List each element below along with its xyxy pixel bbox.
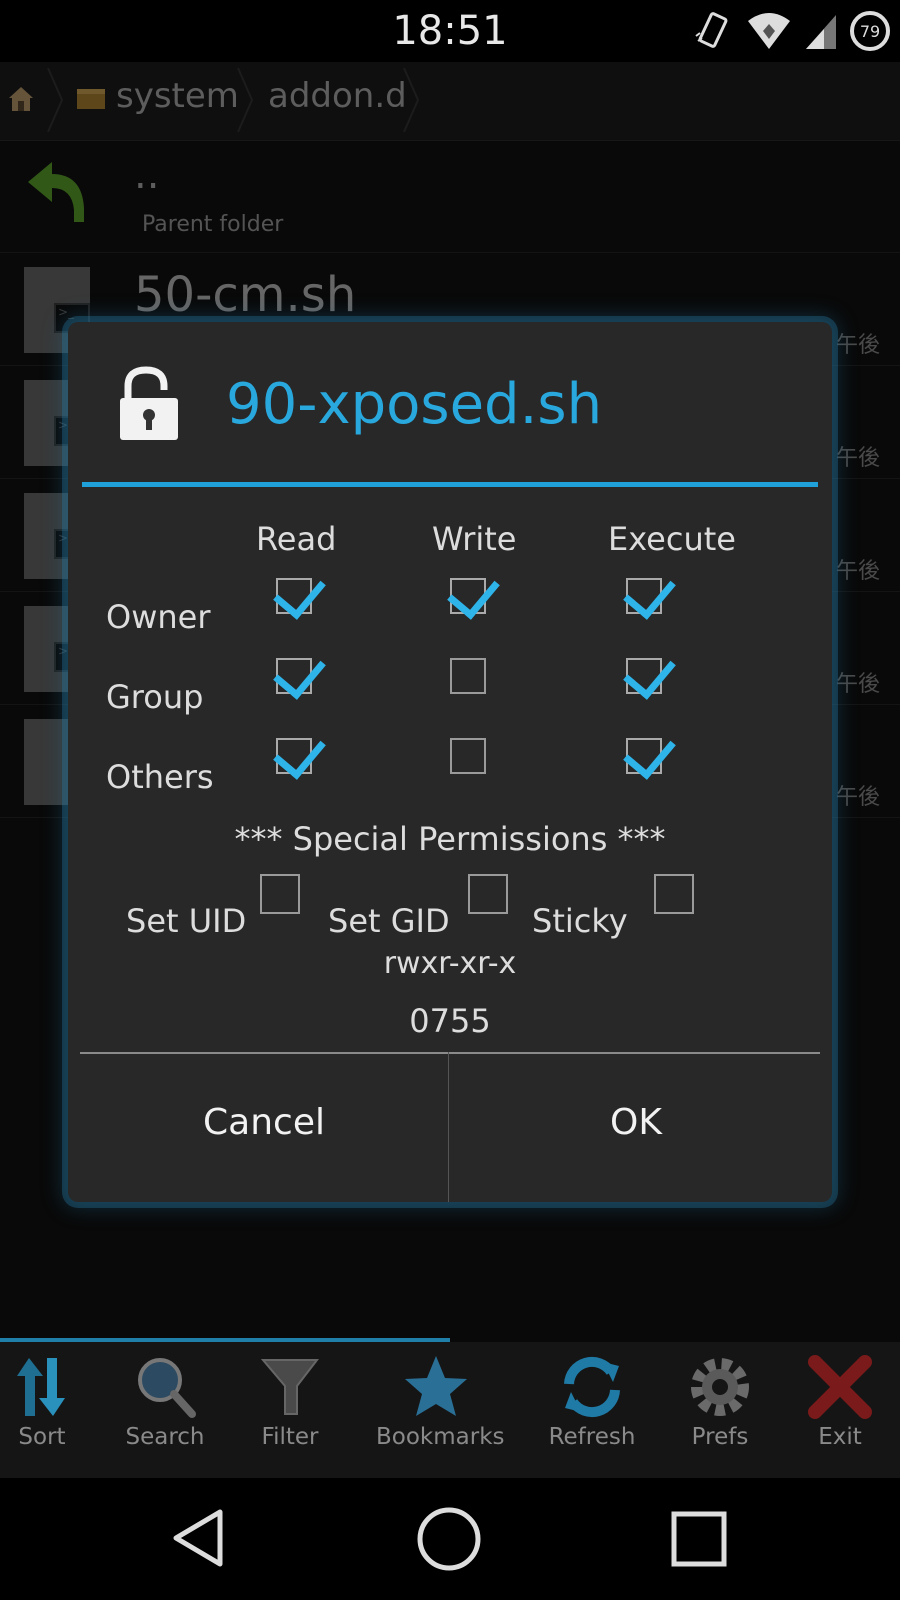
permissions-dialog: 90-xposed.sh Read Write Execute Owner Gr…: [68, 322, 832, 1202]
close-icon: [808, 1355, 872, 1419]
column-write: Write: [432, 520, 517, 558]
group-execute-checkbox[interactable]: [623, 645, 676, 700]
row-owner-label: Owner: [106, 598, 211, 636]
star-icon: [405, 1356, 467, 1416]
status-icons: 79: [692, 8, 890, 54]
unlocked-lock-icon: [120, 366, 178, 440]
sticky-label: Sticky: [532, 902, 628, 940]
exit-button[interactable]: Exit: [780, 1352, 900, 1450]
column-execute: Execute: [608, 520, 736, 558]
set-gid-checkbox[interactable]: [468, 874, 508, 914]
prefs-label: Prefs: [691, 1424, 749, 1450]
prefs-button[interactable]: Prefs: [660, 1352, 780, 1450]
dialog-header: 90-xposed.sh: [68, 322, 832, 482]
home-button-icon[interactable]: [416, 1506, 482, 1572]
others-execute-checkbox[interactable]: [623, 725, 676, 780]
row-group-label: Group: [106, 678, 204, 716]
recents-icon[interactable]: [670, 1510, 728, 1568]
filter-button[interactable]: Filter: [230, 1352, 350, 1450]
owner-execute-checkbox[interactable]: [623, 565, 676, 620]
search-icon: [138, 1358, 196, 1418]
filter-icon: [260, 1359, 320, 1415]
bookmarks-label: Bookmarks: [376, 1424, 505, 1450]
permission-octal: 0755: [409, 1002, 491, 1040]
filter-label: Filter: [261, 1424, 319, 1450]
set-uid-label: Set UID: [126, 902, 247, 940]
vibrate-icon: [695, 12, 728, 48]
wifi-icon: [748, 13, 790, 49]
exit-label: Exit: [818, 1424, 862, 1450]
sort-button[interactable]: Sort: [0, 1352, 102, 1450]
column-read: Read: [256, 520, 337, 558]
battery-icon: 79: [850, 11, 890, 51]
sticky-checkbox[interactable]: [654, 874, 694, 914]
gear-icon: [691, 1358, 749, 1416]
others-read-checkbox[interactable]: [273, 725, 326, 780]
status-bar: 18:51 79: [0, 0, 900, 62]
signal-icon: [806, 15, 836, 49]
bottom-toolbar: Sort Search Filter Bookmarks Refresh Pre…: [0, 1342, 900, 1478]
cancel-button[interactable]: Cancel: [80, 1054, 448, 1190]
group-read-checkbox[interactable]: [273, 645, 326, 700]
refresh-button[interactable]: Refresh: [532, 1352, 652, 1450]
bookmarks-button[interactable]: Bookmarks: [376, 1352, 505, 1450]
special-permissions-heading: *** Special Permissions ***: [234, 820, 666, 858]
refresh-icon: [564, 1356, 620, 1418]
refresh-label: Refresh: [548, 1424, 636, 1450]
back-icon[interactable]: [168, 1506, 228, 1570]
navigation-bar: [0, 1478, 900, 1600]
group-write-checkbox[interactable]: [450, 658, 486, 694]
set-uid-checkbox[interactable]: [260, 874, 300, 914]
dialog-title: 90-xposed.sh: [226, 372, 603, 437]
sort-icon: [17, 1358, 65, 1416]
ok-button[interactable]: OK: [452, 1054, 820, 1190]
permission-string: rwxr-xr-x: [383, 946, 517, 981]
row-others-label: Others: [106, 758, 214, 796]
owner-read-checkbox[interactable]: [273, 565, 326, 620]
owner-write-checkbox[interactable]: [447, 565, 500, 620]
sort-label: Sort: [18, 1424, 66, 1450]
title-divider: [82, 482, 818, 487]
button-separator: [448, 1052, 449, 1202]
set-gid-label: Set GID: [328, 902, 450, 940]
others-write-checkbox[interactable]: [450, 738, 486, 774]
search-label: Search: [125, 1424, 205, 1450]
search-button[interactable]: Search: [105, 1352, 225, 1450]
